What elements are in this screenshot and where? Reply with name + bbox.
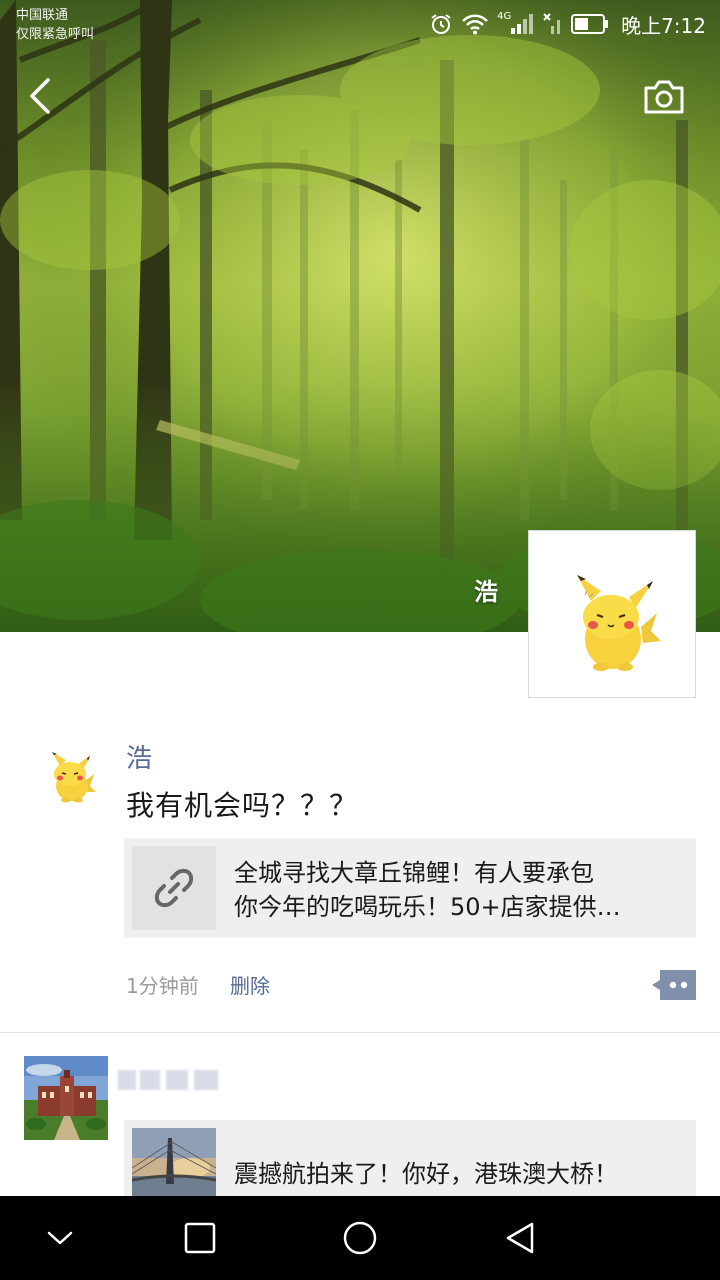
castle-photo-avatar: [24, 1056, 108, 1140]
carrier-name: 中国联通: [16, 8, 69, 23]
battery-icon: [571, 14, 609, 34]
status-icons: 4G 晚上7:12: [429, 10, 706, 38]
system-nav-bar: [0, 1196, 720, 1280]
pikachu-avatar: [577, 575, 661, 671]
recents-icon: [184, 1222, 216, 1254]
emergency-only-label: 仅限紧急呼叫: [16, 27, 95, 42]
recents-button[interactable]: [140, 1196, 260, 1280]
link-title-line-1: 全城寻找大章丘锦鲤！有人要承包: [234, 859, 594, 887]
clock: 晚上7:12: [621, 13, 706, 38]
post-author-avatar[interactable]: [44, 744, 100, 804]
camera-button[interactable]: [642, 78, 686, 116]
post-author-name[interactable]: 浩: [126, 738, 152, 775]
collapse-icon: [47, 1231, 73, 1245]
shared-link-card[interactable]: 全城寻找大章丘锦鲤！有人要承包 你今年的吃喝玩乐！50+店家提供…: [124, 838, 696, 938]
back-triangle-icon: [506, 1222, 534, 1254]
post-timestamp: 1分钟前: [126, 974, 199, 998]
post-author-avatar-2[interactable]: [24, 1056, 108, 1140]
signal-icon: 4G: [497, 12, 534, 36]
alarm-icon: [431, 14, 451, 34]
system-back-button[interactable]: [460, 1196, 580, 1280]
no-sim-icon: [543, 13, 561, 34]
back-button[interactable]: [22, 74, 62, 118]
pikachu-avatar-small: [52, 752, 96, 803]
post-divider: [0, 1032, 720, 1033]
link-icon: [154, 868, 194, 908]
link-title-2: 震撼航拍来了！你好，港珠澳大桥！: [234, 1160, 618, 1188]
chevron-left-icon: [30, 78, 50, 114]
status-bar: 中国联通 仅限紧急呼叫 4G 晚上7:12: [0, 0, 720, 48]
post-author-name-2-blurred[interactable]: [118, 1066, 230, 1094]
comment-more-button[interactable]: [652, 970, 696, 1000]
home-icon: [343, 1221, 377, 1255]
link-title-line-2: 你今年的吃喝玩乐！50+店家提供…: [234, 893, 621, 921]
wifi-icon: [462, 14, 488, 35]
profile-avatar[interactable]: [528, 530, 696, 698]
delete-post-link[interactable]: 删除: [230, 970, 270, 999]
carrier-info: 中国联通 仅限紧急呼叫: [16, 6, 94, 44]
link-title: 全城寻找大章丘锦鲤！有人要承包 你今年的吃喝玩乐！50+店家提供…: [234, 856, 682, 924]
camera-icon: [644, 80, 684, 114]
cover-user-name[interactable]: 浩: [474, 572, 498, 607]
moments-page: 中国联通 仅限紧急呼叫 4G 晚上7:12 浩 浩 我有机会吗？？？ 全城寻找大…: [0, 0, 720, 1280]
collapse-button[interactable]: [0, 1196, 120, 1280]
comment-more-icon: [652, 970, 696, 1000]
home-button[interactable]: [300, 1196, 420, 1280]
post-text: 我有机会吗？？？: [126, 789, 359, 822]
link-thumbnail: [132, 846, 216, 930]
